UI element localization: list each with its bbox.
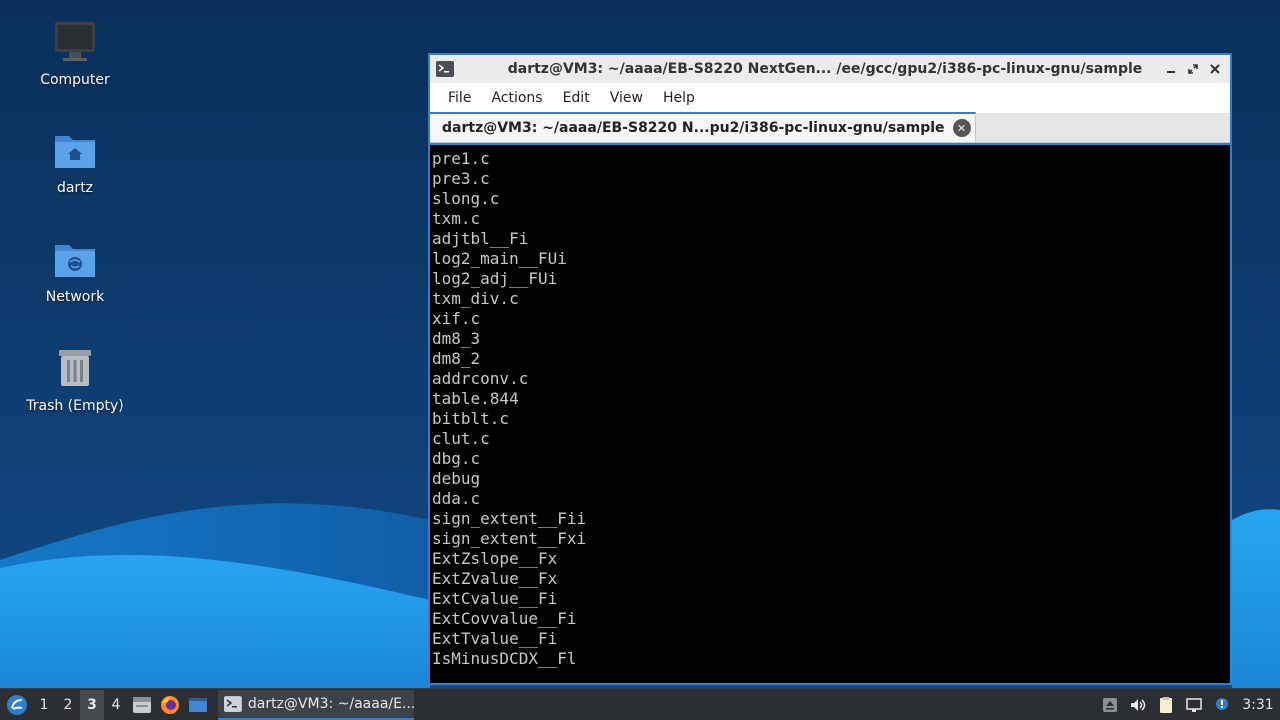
network-folder-icon xyxy=(55,245,95,277)
terminal-line: adjtbl__Fi xyxy=(432,229,529,248)
eject-icon[interactable] xyxy=(1096,690,1124,720)
terminal-line: IsMinusDCDX__Fl xyxy=(432,649,577,668)
desktop-icon-computer[interactable]: Computer xyxy=(20,18,130,118)
menu-view[interactable]: View xyxy=(600,90,653,106)
firefox-icon xyxy=(161,695,179,714)
terminal-line: txm.c xyxy=(432,209,481,228)
desktop-icon-label: Network xyxy=(45,289,105,305)
terminal-line: clut.c xyxy=(432,429,490,448)
terminal-app-icon xyxy=(224,695,242,712)
terminal-line: pre1.c xyxy=(432,149,490,168)
home-folder-icon xyxy=(55,136,95,168)
terminal-line: sign_extent__Fxi xyxy=(432,529,587,548)
terminal-app-icon xyxy=(436,61,454,77)
task-button-label: dartz@VM3: ~/aaaa/E... xyxy=(247,695,414,712)
tab-title: dartz@VM3: ~/aaaa/EB-S8220 N...pu2/i386-… xyxy=(442,120,945,136)
terminal-tab[interactable]: dartz@VM3: ~/aaaa/EB-S8220 N...pu2/i386-… xyxy=(430,112,976,142)
terminal-line: dm8_3 xyxy=(432,329,481,348)
menu-help[interactable]: Help xyxy=(653,90,705,106)
volume-icon[interactable] xyxy=(1124,690,1152,720)
desktop-icon-label: Trash (Empty) xyxy=(26,398,124,414)
workspace-2[interactable]: 2 xyxy=(56,690,80,720)
desktop-icon-home[interactable]: dartz xyxy=(20,126,130,226)
terminal-line: addrconv.c xyxy=(432,369,529,388)
taskbar: 1 2 3 4 dartz@VM3: ~/aaaa/E... 3:31 xyxy=(0,688,1280,720)
firefox-launcher[interactable] xyxy=(156,690,184,720)
file-manager-icon xyxy=(133,696,151,713)
terminal-line: log2_main__FUi xyxy=(432,249,567,268)
start-menu-button[interactable] xyxy=(2,690,32,720)
workspace-1[interactable]: 1 xyxy=(32,690,56,720)
notification-icon[interactable] xyxy=(1208,690,1236,720)
workspace-3[interactable]: 3 xyxy=(80,689,104,720)
lubuntu-logo-icon xyxy=(7,694,27,715)
minimize-icon[interactable] xyxy=(1162,60,1180,78)
terminal-line: ExtZvalue__Fx xyxy=(432,569,558,588)
computer-icon xyxy=(55,22,95,61)
menu-bar: File Actions Edit View Help xyxy=(430,83,1230,113)
desktop-icon-label: Computer xyxy=(40,72,110,88)
window-titlebar[interactable]: dartz@VM3: ~/aaaa/EB-S8220 NextGen... /e… xyxy=(430,55,1230,83)
terminal-line: xif.c xyxy=(432,309,481,328)
clock[interactable]: 3:31 xyxy=(1236,697,1280,713)
terminal-line: ExtCvalue__Fi xyxy=(432,589,558,608)
system-tray: 3:31 xyxy=(1096,689,1280,720)
terminal-line: sign_extent__Fii xyxy=(432,509,587,528)
terminal-line: ExtTvalue__Fi xyxy=(432,629,558,648)
trash-icon xyxy=(59,350,91,386)
show-desktop-button[interactable] xyxy=(184,690,212,720)
close-icon[interactable] xyxy=(1206,60,1224,78)
menu-file[interactable]: File xyxy=(438,90,481,106)
workspace-4[interactable]: 4 xyxy=(104,690,128,720)
network-icon[interactable] xyxy=(1180,690,1208,720)
maximize-icon[interactable] xyxy=(1184,60,1202,78)
file-manager-launcher[interactable] xyxy=(128,690,156,720)
tab-close-icon[interactable]: ✕ xyxy=(952,119,971,137)
terminal-line: ExtZslope__Fx xyxy=(432,549,558,568)
terminal-output[interactable]: pre1.c pre3.c slong.c txm.c adjtbl__Fi l… xyxy=(430,145,1230,683)
clipboard-icon[interactable] xyxy=(1152,690,1180,720)
menu-edit[interactable]: Edit xyxy=(553,90,600,106)
terminal-line: ExtCovvalue__Fi xyxy=(432,609,577,628)
terminal-line: table.844 xyxy=(432,389,519,408)
terminal-line: dda.c xyxy=(432,489,481,508)
terminal-window[interactable]: dartz@VM3: ~/aaaa/EB-S8220 NextGen... /e… xyxy=(428,53,1232,685)
desktop-icon-label: dartz xyxy=(56,180,94,196)
terminal-line: txm_div.c xyxy=(432,289,519,308)
terminal-line: dbg.c xyxy=(432,449,481,468)
desktop-icon-network[interactable]: Network xyxy=(20,235,130,335)
terminal-line: bitblt.c xyxy=(432,409,510,428)
task-button-terminal[interactable]: dartz@VM3: ~/aaaa/E... xyxy=(218,689,414,720)
menu-actions[interactable]: Actions xyxy=(481,90,552,106)
terminal-line: log2_adj__FUi xyxy=(432,269,558,288)
window-title: dartz@VM3: ~/aaaa/EB-S8220 NextGen... /e… xyxy=(507,61,1143,77)
tab-bar: dartz@VM3: ~/aaaa/EB-S8220 N...pu2/i386-… xyxy=(430,112,1230,143)
terminal-line: pre3.c xyxy=(432,169,490,188)
desktop-icon-trash[interactable]: Trash (Empty) xyxy=(20,344,130,444)
desktop-icon xyxy=(189,697,207,712)
terminal-line: dm8_2 xyxy=(432,349,481,368)
terminal-line: slong.c xyxy=(432,189,500,208)
terminal-line: debug xyxy=(432,469,481,488)
